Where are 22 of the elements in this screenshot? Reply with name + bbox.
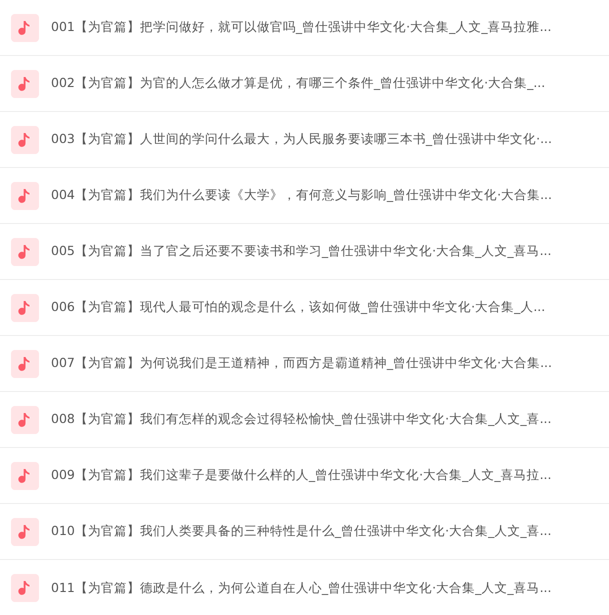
track-title: 005【为官篇】当了官之后还要不要读书和学习_曾仕强讲中华文化·大合集_人文_喜马... [51,242,552,260]
track-row[interactable]: 005【为官篇】当了官之后还要不要读书和学习_曾仕强讲中华文化·大合集_人文_喜马... [0,224,609,280]
track-row[interactable]: 010【为官篇】我们人类要具备的三种特性是什么_曾仕强讲中华文化·大合集_人文_喜... [0,504,609,560]
track-row[interactable]: 006【为官篇】现代人最可怕的观念是什么，该如何做_曾仕强讲中华文化·大合集_人... [0,280,609,336]
track-row[interactable]: 008【为官篇】我们有怎样的观念会过得轻松愉快_曾仕强讲中华文化·大合集_人文_喜... [0,392,609,448]
track-title: 001【为官篇】把学问做好，就可以做官吗_曾仕强讲中华文化·大合集_人文_喜马拉雅... [51,18,552,36]
track-title: 011【为官篇】德政是什么，为何公道自在人心_曾仕强讲中华文化·大合集_人文_喜马... [51,578,552,597]
track-title: 004【为官篇】我们为什么要读《大学》，有何意义与影响_曾仕强讲中华文化·大合集... [51,186,552,204]
track-title: 007【为官篇】为何说我们是王道精神，而西方是霸道精神_曾仕强讲中华文化·大合集... [51,354,552,372]
track-title: 003【为官篇】人世间的学问什么最大，为人民服务要读哪三本书_曾仕强讲中华文化·... [51,130,552,148]
track-title: 008【为官篇】我们有怎样的观念会过得轻松愉快_曾仕强讲中华文化·大合集_人文_喜... [51,410,552,428]
track-title: 009【为官篇】我们这辈子是要做什么样的人_曾仕强讲中华文化·大合集_人文_喜马拉... [51,466,552,484]
track-row[interactable]: 007【为官篇】为何说我们是王道精神，而西方是霸道精神_曾仕强讲中华文化·大合集... [0,336,609,392]
track-row[interactable]: 001【为官篇】把学问做好，就可以做官吗_曾仕强讲中华文化·大合集_人文_喜马拉雅... [0,0,609,56]
track-row[interactable]: 002【为官篇】为官的人怎么做才算是优，有哪三个条件_曾仕强讲中华文化·大合集_... [0,56,609,112]
track-row[interactable]: 003【为官篇】人世间的学问什么最大，为人民服务要读哪三本书_曾仕强讲中华文化·... [0,112,609,168]
track-title: 010【为官篇】我们人类要具备的三种特性是什么_曾仕强讲中华文化·大合集_人文_喜... [51,522,552,540]
track-row[interactable]: 011【为官篇】德政是什么，为何公道自在人心_曾仕强讲中华文化·大合集_人文_喜马... [0,560,609,615]
track-title: 002【为官篇】为官的人怎么做才算是优，有哪三个条件_曾仕强讲中华文化·大合集_... [51,74,546,92]
track-title: 006【为官篇】现代人最可怕的观念是什么，该如何做_曾仕强讲中华文化·大合集_人... [51,298,546,316]
track-row[interactable]: 009【为官篇】我们这辈子是要做什么样的人_曾仕强讲中华文化·大合集_人文_喜马拉... [0,448,609,504]
track-row[interactable]: 004【为官篇】我们为什么要读《大学》，有何意义与影响_曾仕强讲中华文化·大合集... [0,168,609,224]
